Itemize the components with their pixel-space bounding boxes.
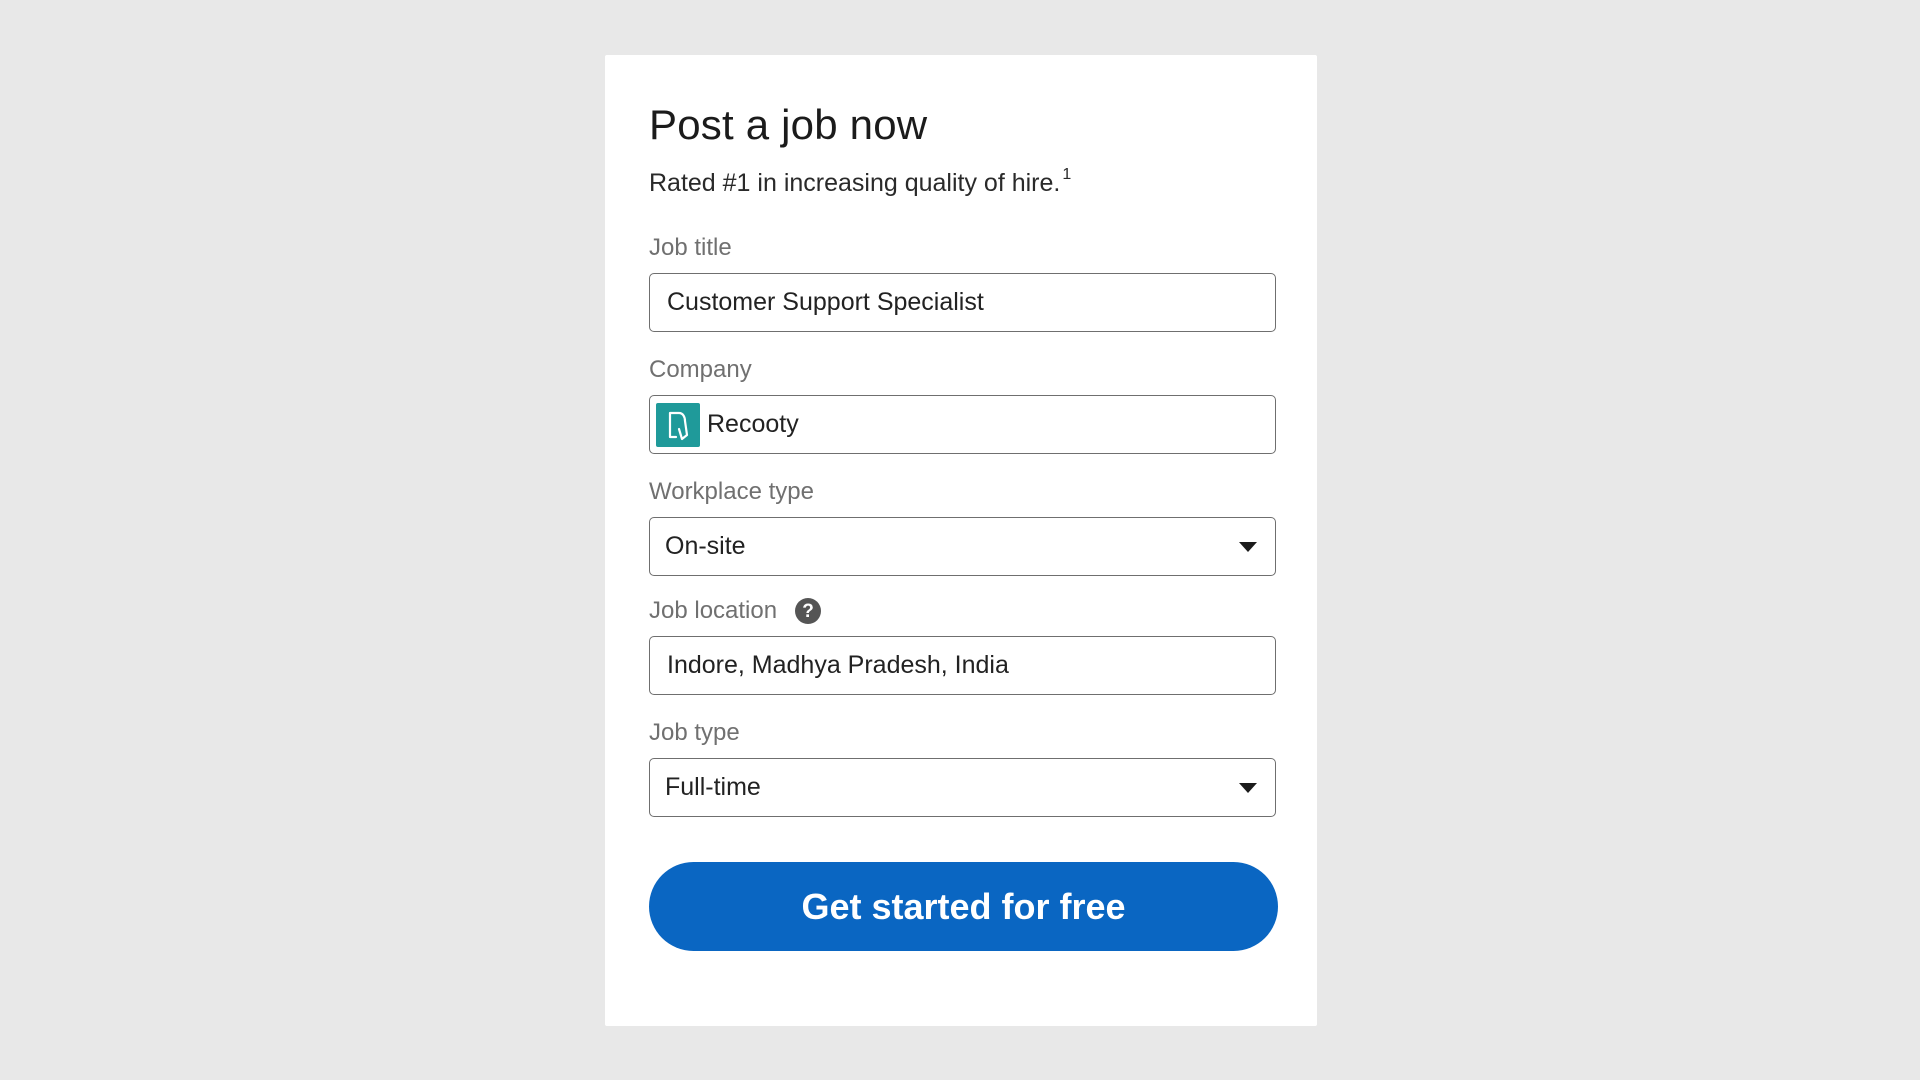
job-location-label: Job location ? [649, 596, 1276, 626]
job-location-label-text: Job location [649, 597, 778, 624]
company-input[interactable]: Recooty [649, 395, 1276, 454]
chevron-down-icon [1239, 782, 1257, 793]
job-type-group: Job type Full-time [649, 718, 1276, 817]
company-group: Company Recooty [649, 355, 1276, 454]
company-label: Company [649, 355, 1276, 385]
page-title: Post a job now [649, 101, 928, 148]
footnote-marker: 1 [1062, 166, 1072, 183]
subtitle: Rated #1 in increasing quality of hire. 1 [649, 159, 1276, 199]
job-title-value: Customer Support Specialist [667, 288, 984, 316]
company-logo-icon [656, 402, 700, 447]
get-started-button[interactable]: Get started for free [649, 862, 1278, 951]
job-type-label-text: Job type [649, 719, 740, 746]
post-job-card: Post a job now Rated #1 in increasing qu… [605, 55, 1317, 1026]
job-location-value: Indore, Madhya Pradesh, India [667, 651, 1009, 679]
job-location-input[interactable]: Indore, Madhya Pradesh, India [649, 636, 1276, 695]
company-label-text: Company [649, 356, 752, 383]
job-title-input[interactable]: Customer Support Specialist [649, 273, 1276, 332]
workplace-type-label: Workplace type [649, 477, 1276, 507]
job-location-group: Job location ? Indore, Madhya Pradesh, I… [649, 596, 1276, 695]
workplace-type-label-text: Workplace type [649, 478, 814, 505]
subtitle-text: Rated #1 in increasing quality of hire. [649, 169, 1061, 197]
workplace-type-select[interactable]: On-site [649, 517, 1276, 576]
workplace-type-value: On-site [665, 532, 746, 560]
job-title-label: Job title [649, 233, 1276, 263]
question-circle-icon[interactable]: ? [795, 598, 822, 624]
chevron-down-icon [1239, 541, 1257, 552]
job-type-value: Full-time [665, 773, 761, 801]
job-title-label-text: Job title [649, 234, 732, 261]
job-type-select[interactable]: Full-time [649, 758, 1276, 817]
job-type-label: Job type [649, 718, 1276, 748]
workplace-type-group: Workplace type On-site [649, 477, 1276, 576]
company-value: Recooty [707, 410, 799, 438]
job-title-group: Job title Customer Support Specialist [649, 233, 1276, 332]
